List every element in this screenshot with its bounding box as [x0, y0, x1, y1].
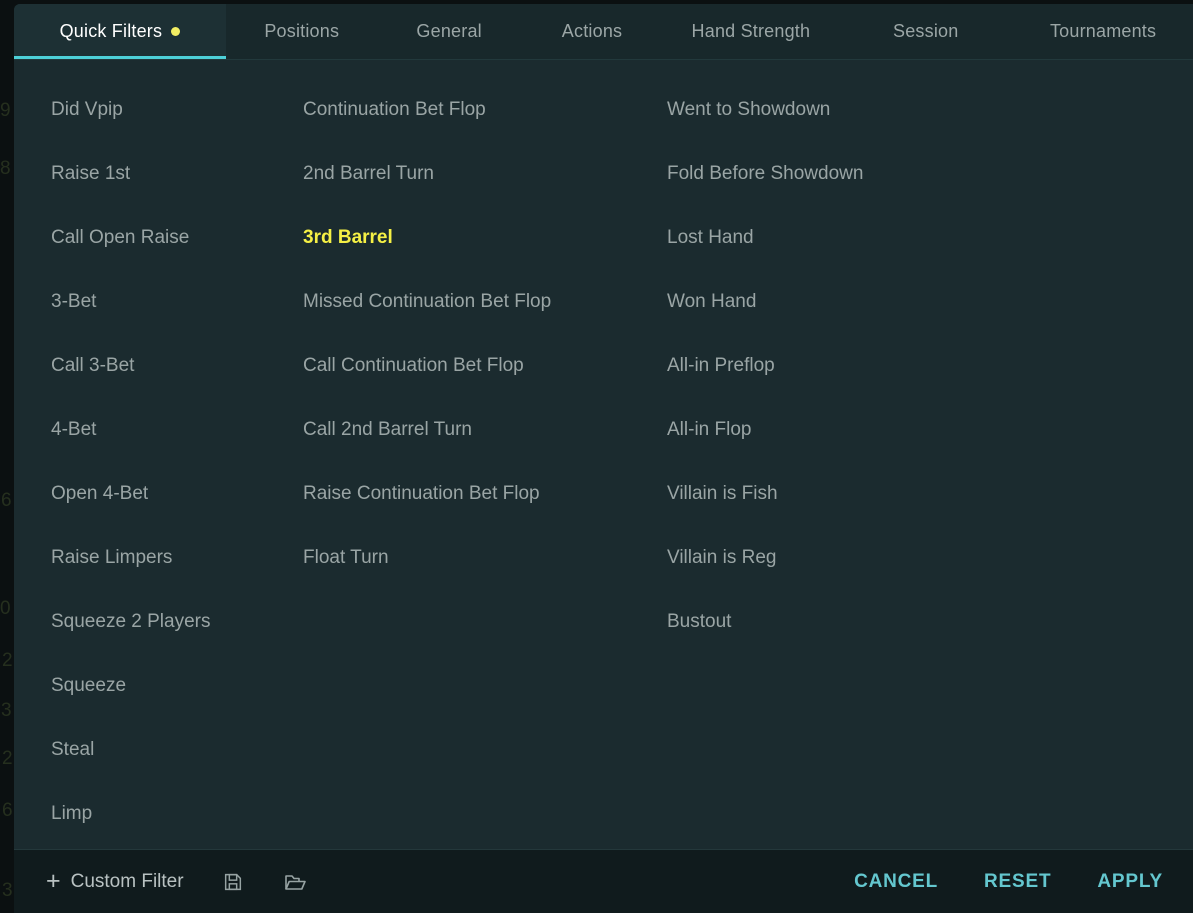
filter-item[interactable]: Raise Continuation Bet Flop	[303, 462, 667, 526]
footer-left-group: + Custom Filter	[46, 869, 308, 895]
reset-button[interactable]: RESET	[982, 867, 1053, 897]
tab-label: Session	[893, 21, 959, 41]
filter-item[interactable]: 2nd Barrel Turn	[303, 142, 667, 206]
filter-options-body: Did Vpip Raise 1st Call Open Raise 3-Bet Cal…	[14, 60, 1193, 849]
filter-item[interactable]: Missed Continuation Bet Flop	[303, 270, 667, 334]
tab-actions[interactable]: Actions	[521, 4, 664, 59]
tab-label: General	[416, 21, 482, 41]
filter-item[interactable]: Squeeze	[51, 654, 303, 718]
tab-label: Quick Filters	[59, 21, 163, 41]
filter-item[interactable]: Limp	[51, 782, 303, 846]
filter-column-preflop: Did Vpip Raise 1st Call Open Raise 3-Bet Cal…	[14, 78, 303, 849]
filter-item[interactable]: Fold Before Showdown	[667, 142, 1067, 206]
background-ghost-text: 2	[2, 650, 13, 671]
open-folder-icon[interactable]	[282, 869, 308, 895]
filter-item[interactable]: Villain is Reg	[667, 526, 1067, 590]
filter-tab-bar: Quick Filters Positions General Actions Hand…	[14, 4, 1193, 60]
filter-item[interactable]: 4-Bet	[51, 398, 303, 462]
filter-item[interactable]: All-in Preflop	[667, 334, 1067, 398]
tab-tournaments[interactable]: Tournaments	[1013, 4, 1193, 59]
background-ghost-text: 8	[0, 158, 11, 179]
background-ghost-text: 3	[2, 880, 13, 901]
filter-item[interactable]: Villain is Fish	[667, 462, 1067, 526]
filter-item[interactable]: Squeeze 2 Players	[51, 590, 303, 654]
tab-modified-dot-icon	[171, 27, 181, 36]
filter-column-outcome: Went to Showdown Fold Before Showdown Lost…	[667, 78, 1067, 849]
filter-item[interactable]: Continuation Bet Flop	[303, 78, 667, 142]
tab-label: Hand Strength	[691, 21, 811, 41]
tab-label: Positions	[264, 21, 340, 41]
background-ghost-text: 9	[0, 100, 11, 121]
add-custom-filter-button[interactable]: + Custom Filter	[46, 869, 184, 894]
filter-item[interactable]: Won Hand	[667, 270, 1067, 334]
filter-item[interactable]: Did Vpip	[51, 78, 303, 142]
tab-label: Actions	[561, 21, 623, 41]
save-icon[interactable]	[220, 869, 246, 895]
filter-item[interactable]: Bustout	[667, 590, 1067, 654]
filter-item[interactable]: Lost Hand	[667, 206, 1067, 270]
tab-hand-strength[interactable]: Hand Strength	[663, 4, 838, 59]
tab-quick-filters[interactable]: Quick Filters	[14, 4, 226, 59]
filter-item[interactable]: Call 2nd Barrel Turn	[303, 398, 667, 462]
filter-item[interactable]: 3rd Barrel	[303, 206, 667, 270]
plus-icon: +	[46, 867, 61, 895]
tab-general[interactable]: General	[378, 4, 521, 59]
footer-action-group: CANCEL RESET APPLY	[852, 867, 1175, 897]
cancel-button[interactable]: CANCEL	[852, 867, 940, 897]
tab-session[interactable]: Session	[838, 4, 1013, 59]
background-ghost-text: 2	[2, 748, 13, 769]
tab-positions[interactable]: Positions	[226, 4, 378, 59]
apply-button[interactable]: APPLY	[1095, 867, 1165, 897]
background-ghost-text: 6	[2, 800, 13, 821]
filter-item[interactable]: Call 3-Bet	[51, 334, 303, 398]
filter-item[interactable]: 3-Bet	[51, 270, 303, 334]
filter-item[interactable]: All-in Flop	[667, 398, 1067, 462]
filter-item[interactable]: Raise Limpers	[51, 526, 303, 590]
filter-item[interactable]: Call Open Raise	[51, 206, 303, 270]
filter-item[interactable]: Steal	[51, 718, 303, 782]
filter-item[interactable]: Raise 1st	[51, 142, 303, 206]
background-ghost-text: 6	[1, 490, 12, 511]
filters-dialog: Quick Filters Positions General Actions Hand…	[14, 4, 1193, 913]
tab-label: Tournaments	[1049, 21, 1157, 41]
custom-filter-label: Custom Filter	[70, 870, 184, 892]
filter-item[interactable]: Open 4-Bet	[51, 462, 303, 526]
filter-item[interactable]: Call Continuation Bet Flop	[303, 334, 667, 398]
dialog-footer: + Custom Filter CANCEL RESET APPLY	[14, 849, 1193, 913]
filter-column-postflop: Continuation Bet Flop 2nd Barrel Turn 3rd …	[303, 78, 667, 849]
background-ghost-text: 0	[0, 598, 11, 619]
filter-item[interactable]: Float Turn	[303, 526, 667, 590]
filter-item[interactable]: Went to Showdown	[667, 78, 1067, 142]
background-ghost-text: 3	[1, 700, 12, 721]
